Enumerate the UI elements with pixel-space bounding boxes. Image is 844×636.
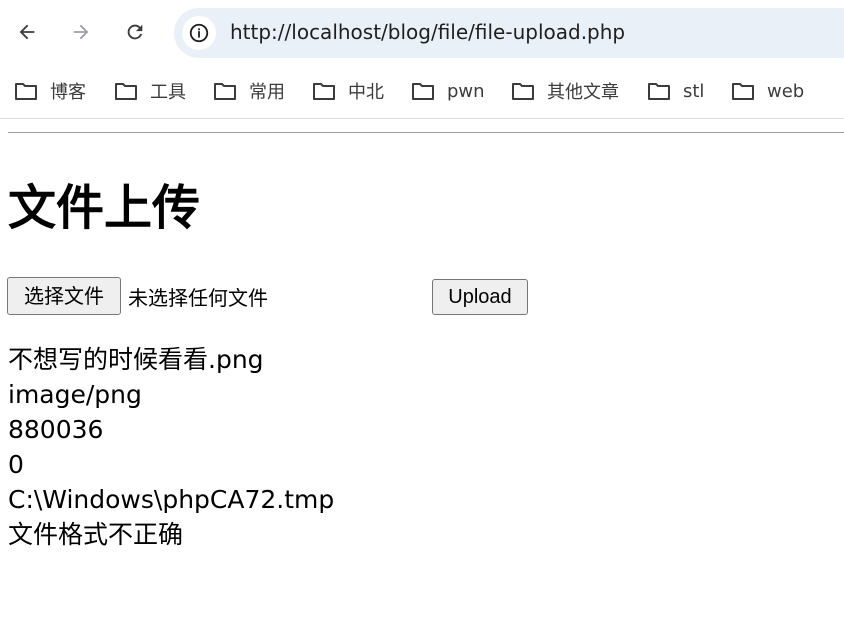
output-file-size: 880036 [8,415,104,444]
arrow-right-icon [73,24,89,40]
bookmark-folder-common[interactable]: 常用 [213,78,285,104]
browser-toolbar: http://localhost/blog/file/file-upload.p… [0,0,844,66]
output-message: 文件格式不正确 [8,520,184,549]
bookmark-folder-stl[interactable]: stl [647,78,704,104]
bookmarks-bar: 博客 工具 常用 中北 pwn 其他文章 stl web [0,66,844,119]
bookmark-label: 常用 [249,82,285,103]
folder-icon [313,83,335,100]
bookmark-label: stl [683,80,705,102]
folder-icon [512,83,534,100]
bookmark-folder-zhongbei[interactable]: 中北 [312,78,384,104]
folder-icon [648,83,670,100]
folder-icon [15,83,37,100]
output-tmp-path: C:\Windows\phpCA72.tmp [8,485,335,514]
reload-icon [127,24,143,40]
bookmark-label: 工具 [150,82,186,103]
bookmark-label: 中北 [348,82,384,103]
bookmark-folder-other-articles[interactable]: 其他文章 [511,78,619,104]
folder-icon [115,83,137,100]
output-file-name: 不想写的时候看看.png [8,345,264,374]
forward-button[interactable] [63,14,99,50]
upload-button[interactable]: Upload [432,279,528,315]
address-bar[interactable]: http://localhost/blog/file/file-upload.p… [174,8,844,58]
bookmark-label: 其他文章 [547,82,619,103]
bookmark-folder-web[interactable]: web [731,78,804,104]
bookmark-folder-tools[interactable]: 工具 [114,78,186,104]
choose-file-button[interactable]: 选择文件 [7,277,121,315]
bookmark-label: 博客 [50,82,86,103]
output-file-type: image/png [8,380,142,409]
arrow-left-icon [19,24,35,40]
site-info-icon[interactable] [182,16,216,50]
file-status-text: 未选择任何文件 [128,286,268,310]
page-title: 文件上传 [8,180,201,236]
bookmark-label: pwn [447,80,485,102]
horizontal-rule [8,132,844,133]
folder-icon [214,83,236,100]
reload-button[interactable] [117,14,153,50]
url-text[interactable]: http://localhost/blog/file/file-upload.p… [230,20,625,44]
folder-icon [412,83,434,100]
bookmark-folder-blog[interactable]: 博客 [14,78,86,104]
upload-output: 不想写的时候看看.png image/png 880036 0 C:\Windo… [8,342,334,552]
output-error-code: 0 [8,450,24,479]
bookmark-folder-pwn[interactable]: pwn [411,78,485,104]
bookmark-label: web [767,80,805,102]
folder-icon [732,83,754,100]
back-button[interactable] [9,14,45,50]
